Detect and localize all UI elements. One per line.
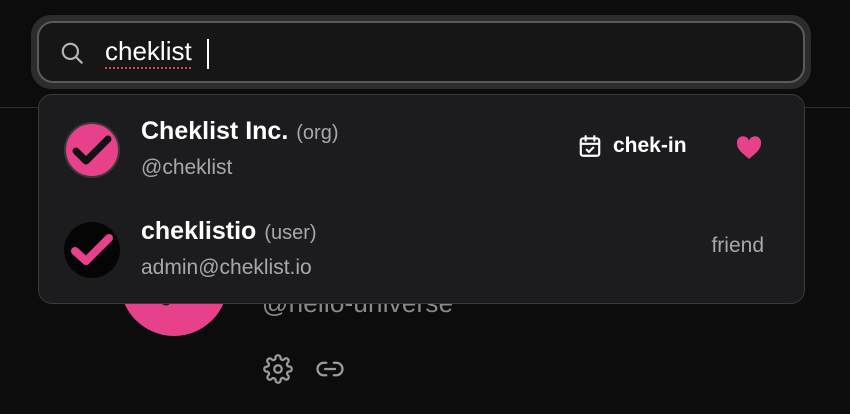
search-input[interactable]: cheklist [37,21,805,83]
relation-label: friend [711,234,764,257]
badge-label: chek-in [613,134,687,157]
result-item-org[interactable]: Cheklist Inc. (org) @cheklist chek-in [39,99,804,199]
heart-icon[interactable] [736,136,762,160]
chek-in-badge[interactable]: chek-in [577,133,687,159]
result-email: admin@cheklist.io [141,256,312,279]
search-icon [59,40,85,66]
user-avatar [64,222,120,278]
result-type: (org) [296,122,339,144]
search-results-dropdown: Cheklist Inc. (org) @cheklist chek-in che… [38,94,805,304]
link-icon[interactable] [315,354,345,384]
result-handle: @cheklist [141,156,233,179]
search-query[interactable]: cheklist [105,36,192,67]
text-caret [207,39,209,69]
calendar-check-icon [577,133,603,159]
result-name: Cheklist Inc. (org) [141,117,339,145]
settings-gear-icon[interactable] [263,354,293,384]
result-type: (user) [264,222,317,244]
org-avatar [64,122,120,178]
result-item-user[interactable]: cheklistio (user) admin@cheklist.io frien… [39,201,804,301]
result-name: cheklistio (user) [141,217,317,245]
